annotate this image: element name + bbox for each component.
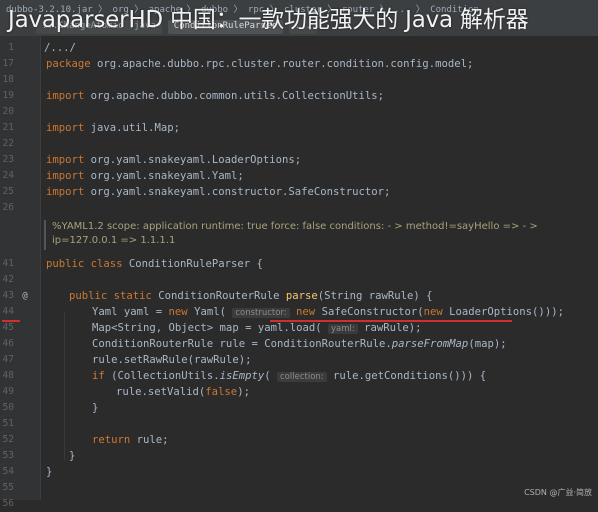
line-number: 23 [2,154,14,165]
code-line-25: import org.yaml.snakeyaml.constructor.Sa… [46,184,390,200]
line-number: 52 [2,434,14,445]
code-line-23: import org.yaml.snakeyaml.LoaderOptions; [46,152,301,168]
code-text: org.apache.dubbo.rpc.cluster.router.cond… [90,58,474,70]
line-number-gutter: 1 17 18 19 20 21 22 23 24 25 26 41 42 43… [0,36,41,509]
rendered-doc-comment: %YAML1.2 scope: application runtime: tru… [52,220,538,250]
line-number: 53 [2,450,14,461]
line-number: 24 [2,170,14,181]
code-text: org.yaml.snakeyaml.LoaderOptions; [84,154,302,166]
indent-guide [64,312,65,460]
code-line-17: package org.apache.dubbo.rpc.cluster.rou… [46,56,473,72]
doc-comment-bar [44,220,46,250]
code-text: org.apache.dubbo.common.utils.Collection… [84,90,385,102]
folded-region[interactable]: /.../ [44,42,76,54]
line-number: 43 [2,290,14,301]
line-number: 22 [2,138,14,149]
line-number: 54 [2,466,14,477]
override-icon[interactable]: @ [20,291,30,301]
code-text: org.yaml.snakeyaml.constructor.SafeConst… [84,186,391,198]
overlay-title: JavaparserHD 中国：一款功能强大的 Java 解析器 [8,7,529,33]
error-marker [2,320,20,322]
code-editor[interactable]: /.../ package org.apache.dubbo.rpc.clust… [40,36,598,500]
keyword: import [46,186,85,198]
line-number: 56 [2,498,14,509]
code-line-19: import org.apache.dubbo.common.utils.Col… [46,88,384,104]
watermark: CSDN @广益·简放 [524,488,592,497]
code-line-1: /.../ [44,40,76,56]
line-number: 19 [2,90,14,101]
doc-comment-line: %YAML1.2 scope: application runtime: tru… [52,221,538,232]
keyword: import [46,122,85,134]
line-number: 20 [2,106,14,117]
line-number: 55 [2,482,14,493]
line-number: 25 [2,186,14,197]
line-number: 18 [2,74,14,85]
keyword: import [46,154,85,166]
line-number: 1 [8,42,14,53]
line-number: 41 [2,258,14,269]
line-number: 21 [2,122,14,133]
line-number: 46 [2,338,14,349]
code-line-24: import org.yaml.snakeyaml.Yaml; [46,168,244,184]
keyword: import [46,90,85,102]
line-number: 17 [2,58,14,69]
line-number: 47 [2,354,14,365]
line-number: 42 [2,274,14,285]
keyword: package [46,58,91,70]
code-text: java.util.Map; [84,122,180,134]
doc-comment-line: ip=127.0.0.1 => 1.1.1.1 [52,235,176,246]
line-number: 49 [2,386,14,397]
line-number: 45 [2,322,14,333]
line-number: 51 [2,418,14,429]
line-number-current: 44 [2,306,14,317]
line-number: 48 [2,370,14,381]
code-text: org.yaml.snakeyaml.Yaml; [84,170,244,182]
keyword: import [46,170,85,182]
line-number: 26 [2,202,14,213]
code-line-21: import java.util.Map; [46,120,180,136]
line-number: 50 [2,402,14,413]
